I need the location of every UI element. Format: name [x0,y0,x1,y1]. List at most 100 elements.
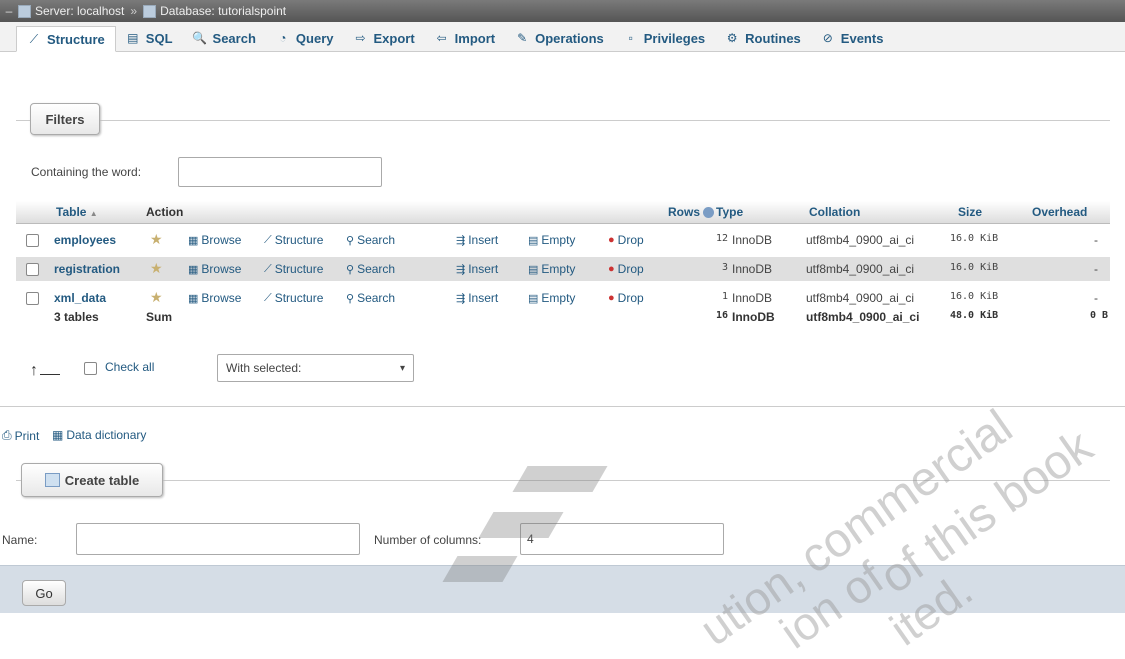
routines-icon: ⚙ [726,31,738,45]
drop-action[interactable]: ● Drop [608,233,644,247]
search-icon: ⚲ [346,292,355,305]
summary-sum: Sum [146,310,173,324]
data-dictionary-link[interactable]: ▦ Data dictionary [52,428,146,442]
insert-action[interactable]: ⇶ Insert [456,233,498,247]
tab-routines[interactable]: ⚙ Routines [715,25,811,51]
filters-legend[interactable]: Filters [30,103,100,135]
tab-structure[interactable]: ⟋ Structure [16,26,116,52]
collation: utf8mb4_0900_ai_ci [806,291,915,305]
table-name-link[interactable]: xml_data [54,291,106,305]
arrow-tail [40,374,60,375]
create-table-legend[interactable]: Create table [21,463,163,497]
browse-action[interactable]: ▦ Browse [188,233,241,247]
name-label: Name: [2,533,38,547]
tab-privileges[interactable]: ▫ Privileges [614,25,715,51]
header-action: Action [146,205,184,219]
tab-operations[interactable]: ✎ Operations [505,25,614,51]
favorite-star-icon[interactable]: ★ [150,231,163,248]
filter-input[interactable] [178,157,382,187]
row-count: 1 [721,291,728,302]
structure-action[interactable]: ⟋ Structure [264,233,323,247]
wrench-icon: ✎ [517,31,528,45]
header-collation[interactable]: Collation [809,205,860,219]
size[interactable]: 16.0 KiB [950,291,998,302]
breadcrumb: – Server: localhost » Database: tutorial… [0,0,1125,22]
go-button[interactable]: Go [22,580,66,606]
columns-input[interactable]: 4 [520,523,724,555]
tab-export[interactable]: ⇨ Export [343,25,424,51]
table-name-input[interactable] [76,523,360,555]
server-icon [18,4,31,18]
form-footer: Go [0,565,1125,613]
header-table[interactable]: Table ▲ [56,205,98,219]
chevron-down-icon: ▾ [399,362,405,374]
collation: utf8mb4_0900_ai_ci [806,233,915,247]
filter-label: Containing the word: [31,165,142,179]
summary-row: 3 tables Sum 16 InnoDB utf8mb4_0900_ai_c… [16,305,1110,329]
header-size[interactable]: Size [958,205,982,219]
overhead: - [1094,233,1098,247]
query-icon: ◔ [279,31,287,45]
browse-action[interactable]: ▦ Browse [188,291,241,305]
drop-action[interactable]: ● Drop [608,262,644,276]
with-selected-select[interactable]: With selected: ▾ [217,354,414,382]
breadcrumb-server[interactable]: Server: localhost [18,4,124,18]
search-icon: 🔍 [192,31,208,45]
search-action[interactable]: ⚲ Search [346,233,395,247]
summary-size: 48.0 KiB [950,310,999,321]
table-name-link[interactable]: employees [54,233,116,247]
header-type[interactable]: Type [716,205,743,219]
overhead: - [1094,262,1098,276]
tab-import[interactable]: ⇦ Import [425,25,505,51]
insert-action[interactable]: ⇶ Insert [456,262,498,276]
table-header: Table ▲ Action Rows Type Collation Size … [16,201,1110,224]
structure-icon: ⟋ [264,262,272,275]
browse-icon: ▦ [188,263,199,276]
favorite-star-icon[interactable]: ★ [150,289,163,306]
privileges-icon: ▫ [628,31,633,45]
drop-action[interactable]: ● Drop [608,291,644,305]
header-overhead[interactable]: Overhead [1032,205,1087,219]
row-checkbox[interactable] [26,292,39,305]
help-icon[interactable] [703,207,715,219]
drop-icon: ● [608,292,615,304]
structure-action[interactable]: ⟋ Structure [264,262,323,276]
browse-icon: ▦ [188,292,199,305]
create-divider [16,480,1110,481]
search-action[interactable]: ⚲ Search [346,262,395,276]
table-name-link[interactable]: registration [54,262,120,276]
collation: utf8mb4_0900_ai_ci [806,262,915,276]
structure-icon: ⟋ [264,291,272,304]
check-all-label[interactable]: Check all [105,360,154,374]
row-checkbox[interactable] [26,234,39,247]
favorite-star-icon[interactable]: ★ [150,260,163,277]
table-row: employees ★ ▦ Browse ⟋ Structure ⚲ Search ⇶… [16,228,1110,252]
print-link[interactable]: ⎙ Print [2,428,39,443]
sort-asc-icon: ▲ [89,209,98,218]
empty-action[interactable]: ▤ Empty [528,291,575,305]
row-checkbox[interactable] [26,263,39,276]
tab-events[interactable]: ⊘ Events [811,25,894,51]
collapse-icon[interactable]: – [0,4,18,18]
insert-icon: ⇶ [456,234,466,247]
insert-action[interactable]: ⇶ Insert [456,291,498,305]
insert-icon: ⇶ [456,292,466,305]
empty-action[interactable]: ▤ Empty [528,262,575,276]
breadcrumb-database[interactable]: Database: tutorialspoint [143,4,286,18]
search-action[interactable]: ⚲ Search [346,291,395,305]
tab-sql[interactable]: ▤ SQL [116,25,183,51]
header-rows[interactable]: Rows [668,205,715,219]
summary-collation: utf8mb4_0900_ai_ci [806,310,920,324]
empty-action[interactable]: ▤ Empty [528,233,575,247]
summary-overhead: 0 B [1090,310,1109,321]
watermark-text: commercial [790,400,1022,585]
engine-type: InnoDB [732,262,773,276]
check-all-checkbox[interactable] [84,362,97,375]
browse-action[interactable]: ▦ Browse [188,262,241,276]
size[interactable]: 16.0 KiB [950,233,998,244]
tab-search[interactable]: 🔍 Search [183,25,266,51]
tab-query[interactable]: ◔ Query [266,25,344,51]
size[interactable]: 16.0 KiB [950,262,998,273]
search-icon: ⚲ [346,263,355,276]
structure-action[interactable]: ⟋ Structure [264,291,323,305]
